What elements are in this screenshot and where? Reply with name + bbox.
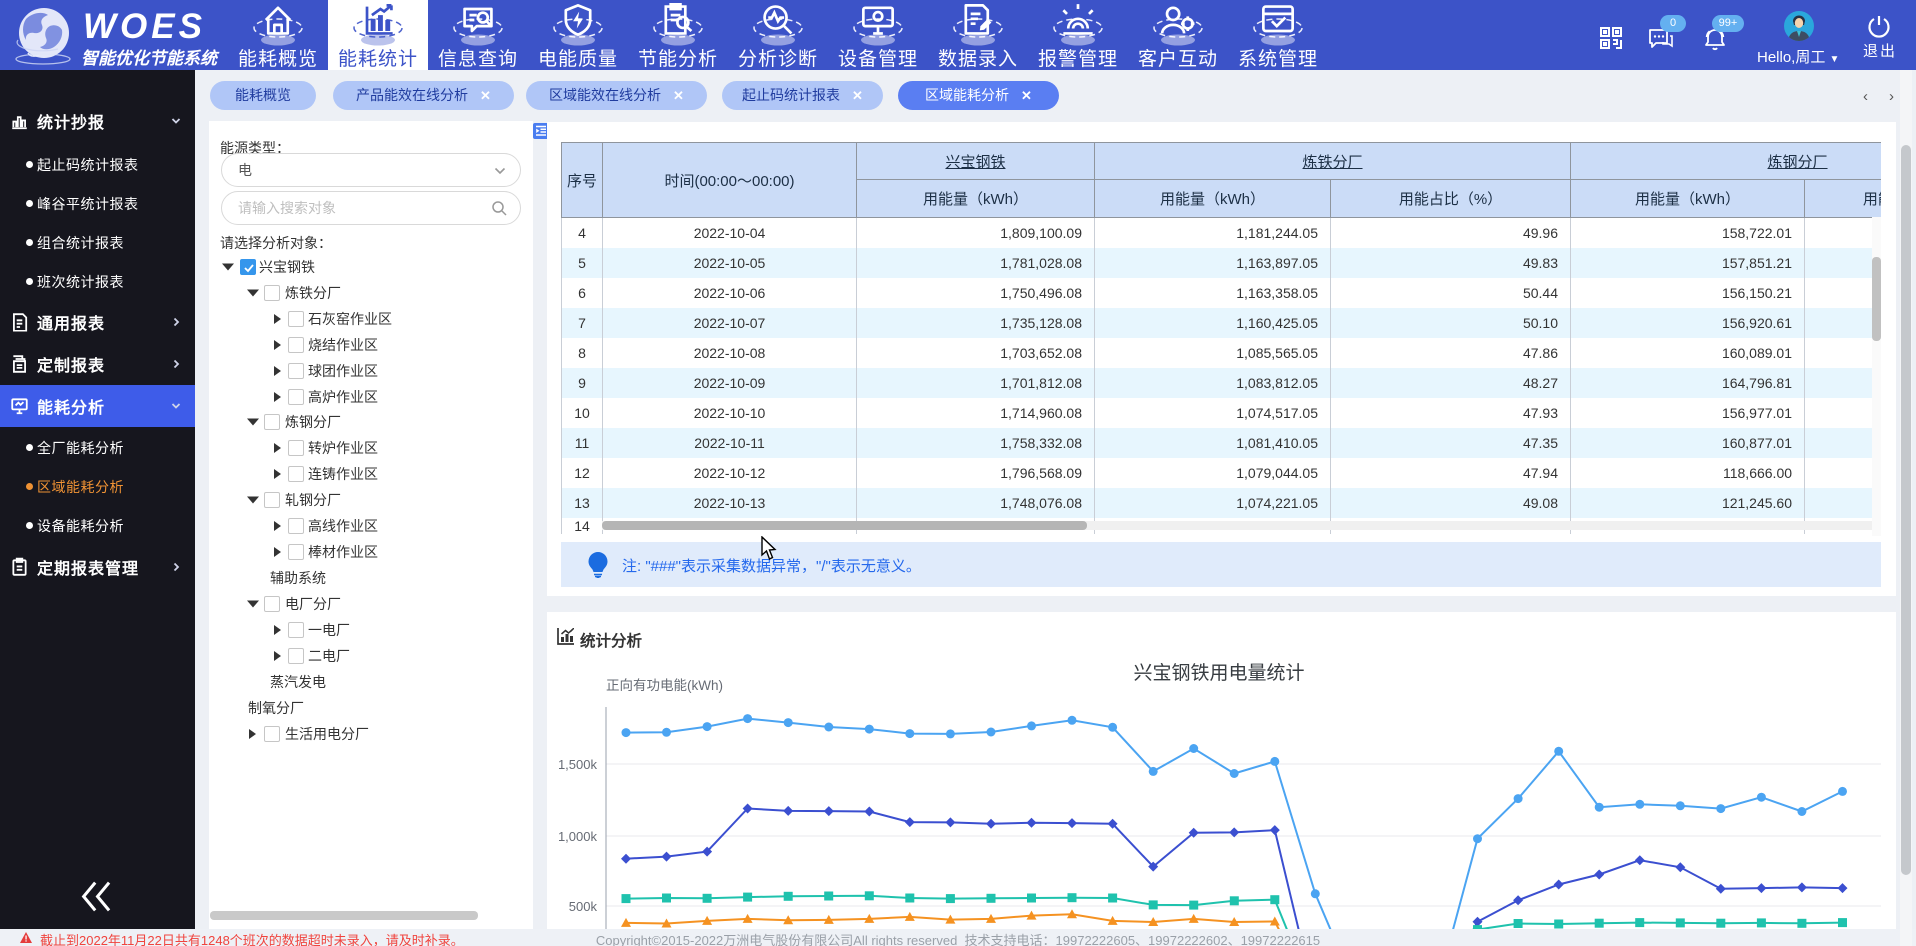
svg-text:正向有功电能(kWh): 正向有功电能(kWh) [606,678,723,693]
svg-text:500k: 500k [569,899,598,914]
svg-text:1,500k: 1,500k [558,757,598,772]
svg-text:1,000k: 1,000k [558,829,598,844]
svg-text:兴宝钢铁用电量统计: 兴宝钢铁用电量统计 [1133,662,1304,684]
